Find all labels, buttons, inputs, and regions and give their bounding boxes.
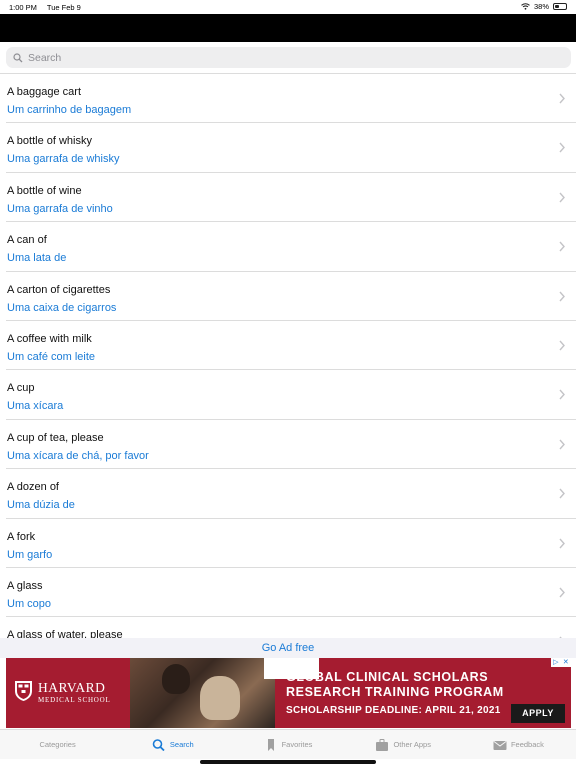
phrase-english: A bottle of whisky <box>7 135 92 148</box>
chevron-right-icon <box>559 538 565 548</box>
ad-brand: HARVARD <box>38 680 106 695</box>
ad-brand-subtitle: MEDICAL SCHOOL <box>38 696 111 704</box>
phrase-english: A can of <box>7 234 47 247</box>
list-item[interactable]: A can of Uma lata de <box>6 222 576 272</box>
list-item[interactable]: A glass Um copo <box>6 568 576 618</box>
chevron-right-icon <box>559 587 565 598</box>
chevron-right-icon <box>559 142 565 153</box>
battery-icon <box>553 3 567 10</box>
battery-percent: 38% <box>533 2 549 11</box>
tab-feedback[interactable]: Feedback <box>461 730 576 759</box>
list-item[interactable]: A carton of cigarettes Uma caixa de ciga… <box>6 272 576 321</box>
go-ad-free-link[interactable]: Go Ad free <box>0 638 576 658</box>
search-icon <box>13 52 23 62</box>
tab-search[interactable]: Search <box>115 730 230 759</box>
ad-logo: HARVARD MEDICAL SCHOOL <box>6 658 130 728</box>
battery-fill <box>555 5 559 8</box>
navigation-bar <box>0 14 576 42</box>
adchoices-icon[interactable]: ▷ ✕ <box>551 658 571 667</box>
chevron-right-icon <box>559 488 565 499</box>
phrase-portuguese: Um café com leite <box>7 350 96 363</box>
status-right: 38% <box>521 2 567 11</box>
phrase-english: A carton of cigarettes <box>7 283 111 296</box>
list-item[interactable]: A cup of tea, please Uma xícara de chá, … <box>6 420 576 470</box>
chevron-right-icon <box>559 93 565 104</box>
tab-label: Categories <box>39 740 76 749</box>
list-item[interactable]: A bottle of wine Uma garrafa de vinho <box>6 173 576 223</box>
status-date: Tue Feb 9 <box>46 3 81 12</box>
phrase-portuguese: Um carrinho de bagagem <box>7 104 132 116</box>
close-icon[interactable]: ✕ <box>563 658 569 667</box>
chevron-right-icon <box>559 340 565 351</box>
phrase-portuguese: Um copo <box>7 597 52 610</box>
list-item[interactable]: A baggage cart Um carrinho de bagagem <box>6 74 576 124</box>
tab-favorites[interactable]: Favorites <box>230 730 345 759</box>
tab-bar: Categories Search Favorites Other Apps F… <box>0 729 576 759</box>
phrase-portuguese: Uma caixa de cigarros <box>7 301 117 314</box>
phrase-english: A bottle of wine <box>7 184 82 197</box>
phrase-english: A fork <box>7 530 36 543</box>
home-indicator <box>200 760 376 764</box>
ad-headline-line-2: RESEARCH TRAINING PROGRAM <box>286 685 504 699</box>
ad-photo <box>130 658 275 728</box>
search-box[interactable] <box>6 47 571 68</box>
phrase-english: A cup of tea, please <box>7 431 104 444</box>
adchoices-info-icon: ▷ <box>553 659 559 666</box>
ad-photo-figure <box>200 676 240 720</box>
tab-label: Favorites <box>281 740 313 749</box>
phrase-portuguese: Uma xícara <box>7 400 64 413</box>
tab-label: Search <box>169 740 194 749</box>
phrase-english: A dozen of <box>7 481 59 494</box>
tab-label: Feedback <box>510 740 544 749</box>
wifi-icon <box>521 3 530 10</box>
chevron-right-icon <box>559 192 565 203</box>
chevron-right-icon <box>559 439 565 450</box>
status-bar: 1:00 PM Tue Feb 9 38% <box>0 0 576 14</box>
phrase-portuguese: Uma xícara de chá, por favor <box>7 449 149 462</box>
status-left: 1:00 PM Tue Feb 9 <box>9 3 89 12</box>
tab-other-apps[interactable]: Other Apps <box>346 730 461 759</box>
mail-icon <box>493 740 507 750</box>
search-icon <box>152 738 165 751</box>
list-item[interactable]: A dozen of Uma dúzia de <box>6 469 576 519</box>
tab-categories[interactable]: Categories <box>0 730 115 759</box>
phrase-english: A glass <box>7 579 43 592</box>
list-item[interactable]: A bottle of whisky Uma garrafa de whisky <box>6 123 576 173</box>
search-input[interactable] <box>28 51 528 64</box>
briefcase-icon <box>376 738 389 751</box>
ad-headline: GLOBAL CLINICAL SCHOLARS RESEARCH TRAINI… <box>286 670 504 700</box>
status-time: 1:00 PM <box>9 3 37 12</box>
list-item[interactable]: A cup Uma xícara <box>6 370 576 420</box>
bookmark-icon <box>267 738 274 751</box>
harvard-shield-icon <box>15 681 32 701</box>
phrase-portuguese: Uma garrafa de whisky <box>7 153 120 166</box>
phrase-portuguese: Uma garrafa de vinho <box>7 202 113 215</box>
phrase-portuguese: Uma lata de <box>7 252 67 265</box>
apply-button[interactable]: APPLY <box>511 704 565 723</box>
list-item[interactable]: A fork Um garfo <box>6 519 576 568</box>
phrase-list: A baggage cart Um carrinho de bagagem A … <box>0 73 576 638</box>
tab-label: Other Apps <box>393 740 431 749</box>
phrase-english: A baggage cart <box>7 86 82 98</box>
phrase-english: A coffee with milk <box>7 332 92 345</box>
chevron-right-icon <box>559 291 565 302</box>
phrase-english: A glass of water, please <box>7 629 123 638</box>
list-item[interactable]: A glass of water, please <box>6 617 576 638</box>
list-item[interactable]: A coffee with milk Um café com leite <box>6 321 576 371</box>
chevron-right-icon <box>559 241 565 252</box>
ad-photo-figure <box>162 664 190 694</box>
ad-deadline: SCHOLARSHIP DEADLINE: APRIL 21, 2021 <box>286 705 501 716</box>
chevron-right-icon <box>559 389 565 400</box>
phrase-portuguese: Uma dúzia de <box>7 499 75 512</box>
ad-headline-line-1: GLOBAL CLINICAL SCHOLARS <box>286 670 489 684</box>
search-area <box>0 42 576 72</box>
phrase-english: A cup <box>7 382 35 395</box>
banner-ad[interactable]: HARVARD MEDICAL SCHOOL GLOBAL CLINICAL S… <box>6 658 571 728</box>
phrase-portuguese: Um garfo <box>7 548 53 561</box>
